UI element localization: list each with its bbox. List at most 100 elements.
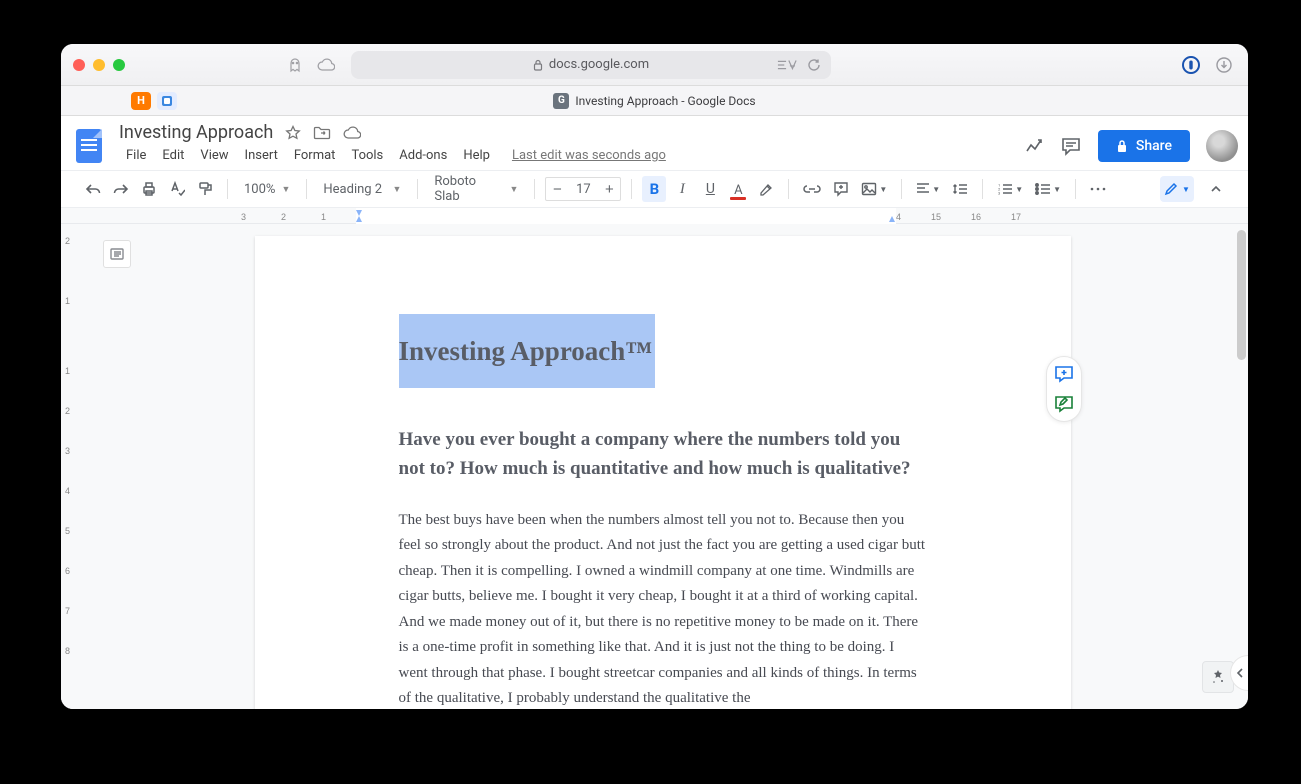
lock-icon: [533, 59, 543, 71]
svg-text:1: 1: [65, 366, 70, 376]
window-controls: [73, 59, 125, 71]
numbered-list-button[interactable]: 123▼: [993, 176, 1027, 202]
bulleted-list-button[interactable]: ▼: [1031, 176, 1065, 202]
menu-format[interactable]: Format: [287, 145, 343, 166]
vertical-ruler[interactable]: 2 1 1 2 3 4 5 6 7 8: [61, 224, 77, 709]
downloads-icon[interactable]: [1216, 57, 1232, 73]
svg-text:7: 7: [65, 606, 70, 616]
explore-button[interactable]: [1202, 661, 1234, 693]
more-tools-button[interactable]: [1086, 176, 1110, 202]
maximize-window[interactable]: [113, 59, 125, 71]
underline-button[interactable]: U: [698, 176, 722, 202]
svg-text:3: 3: [998, 191, 1000, 196]
line-spacing-button[interactable]: [948, 176, 972, 202]
document-title-heading[interactable]: Investing Approach™: [399, 314, 656, 388]
svg-text:3: 3: [241, 212, 246, 222]
menu-tools[interactable]: Tools: [344, 145, 390, 166]
menu-addons[interactable]: Add-ons: [392, 145, 454, 166]
zoom-select[interactable]: 100%▼: [238, 176, 296, 202]
browser-tabstrip: H G Investing Approach - Google Docs: [61, 86, 1248, 116]
minimize-window[interactable]: [93, 59, 105, 71]
menu-view[interactable]: View: [193, 145, 235, 166]
document-scroll[interactable]: Investing Approach™ Have you ever bought…: [77, 224, 1248, 709]
move-icon[interactable]: [313, 125, 331, 141]
horizontal-ruler[interactable]: 321 123 456 789 101112 131415 1617: [61, 208, 1248, 224]
menu-help[interactable]: Help: [456, 145, 497, 166]
tab-title[interactable]: Investing Approach - Google Docs: [575, 94, 755, 108]
insert-image-button[interactable]: ▼: [857, 176, 891, 202]
spellcheck-button[interactable]: [165, 176, 189, 202]
document-title[interactable]: Investing Approach: [119, 122, 273, 143]
font-size-value[interactable]: 17: [568, 182, 598, 197]
pinned-tab-1[interactable]: H: [131, 92, 151, 110]
add-comment-button[interactable]: [829, 176, 853, 202]
lock-icon: [1116, 139, 1128, 153]
svg-text:5: 5: [65, 526, 70, 536]
font-family-select[interactable]: Roboto Slab▼: [428, 176, 524, 202]
svg-text:16: 16: [971, 212, 981, 222]
browser-titlebar: docs.google.com: [61, 44, 1248, 86]
svg-text:15: 15: [931, 212, 941, 222]
add-comment-float-button[interactable]: [1054, 365, 1074, 383]
reader-icon[interactable]: [777, 58, 797, 72]
redo-button[interactable]: [109, 176, 133, 202]
menu-file[interactable]: File: [119, 145, 153, 166]
text-color-button[interactable]: A: [726, 176, 750, 202]
collapse-toolbar-button[interactable]: [1204, 176, 1228, 202]
svg-text:6: 6: [65, 566, 70, 576]
tab-favicon: G: [553, 93, 569, 109]
account-avatar[interactable]: [1206, 130, 1238, 162]
svg-text:3: 3: [65, 446, 70, 456]
close-window[interactable]: [73, 59, 85, 71]
svg-text:2: 2: [65, 236, 70, 246]
svg-text:8: 8: [65, 646, 70, 656]
comments-icon[interactable]: [1060, 136, 1082, 156]
scrollbar[interactable]: [1237, 230, 1246, 360]
font-size-increase[interactable]: +: [598, 178, 620, 200]
font-size: − 17 +: [545, 177, 621, 201]
align-button[interactable]: ▼: [912, 176, 944, 202]
cloud-save-icon[interactable]: [343, 126, 361, 140]
last-edit-info[interactable]: Last edit was seconds ago: [505, 145, 673, 166]
docs-logo[interactable]: [71, 122, 107, 170]
app-window: docs.google.com H G Investing Approa: [61, 44, 1248, 709]
pinned-tab-2[interactable]: [157, 92, 177, 110]
menu-insert[interactable]: Insert: [238, 145, 285, 166]
url-bar[interactable]: docs.google.com: [351, 51, 831, 79]
paragraph-style-select[interactable]: Heading 2▼: [317, 176, 407, 202]
insert-link-button[interactable]: [799, 176, 825, 202]
svg-text:2: 2: [281, 212, 286, 222]
cloud-icon[interactable]: [317, 58, 335, 72]
svg-text:4: 4: [65, 486, 70, 496]
editing-mode-button[interactable]: ▼: [1160, 176, 1194, 202]
undo-button[interactable]: [81, 176, 105, 202]
paint-format-button[interactable]: [193, 176, 217, 202]
reload-icon[interactable]: [807, 58, 821, 72]
share-button[interactable]: Share: [1098, 130, 1190, 162]
menu-edit[interactable]: Edit: [155, 145, 191, 166]
menu-bar: File Edit View Insert Format Tools Add-o…: [119, 145, 1012, 166]
activity-icon[interactable]: [1024, 136, 1044, 156]
ghost-extension-icon[interactable]: [287, 57, 303, 73]
document-subheading[interactable]: Have you ever bought a company where the…: [399, 425, 927, 484]
italic-button[interactable]: I: [670, 176, 694, 202]
document-body[interactable]: The best buys have been when the numbers…: [399, 508, 927, 709]
print-button[interactable]: [137, 176, 161, 202]
1password-icon[interactable]: [1182, 56, 1200, 74]
font-size-decrease[interactable]: −: [546, 178, 568, 200]
outline-toggle[interactable]: [103, 240, 131, 268]
share-label: Share: [1136, 138, 1172, 154]
suggest-edits-float-button[interactable]: [1054, 395, 1074, 413]
bold-button[interactable]: B: [642, 176, 666, 202]
svg-text:1: 1: [65, 296, 70, 306]
docs-header: Investing Approach File Edit View Insert…: [61, 116, 1248, 170]
document-area: 2 1 1 2 3 4 5 6 7 8 Investing Approach™ Have y…: [61, 224, 1248, 709]
svg-text:17: 17: [1011, 212, 1021, 222]
page[interactable]: Investing Approach™ Have you ever bought…: [255, 236, 1071, 709]
formatting-toolbar: 100%▼ Heading 2▼ Roboto Slab▼ − 17 + B I…: [61, 170, 1248, 208]
svg-text:2: 2: [65, 406, 70, 416]
star-icon[interactable]: [285, 125, 301, 141]
highlight-button[interactable]: [754, 176, 778, 202]
url-text: docs.google.com: [549, 57, 649, 72]
svg-text:1: 1: [321, 212, 326, 222]
